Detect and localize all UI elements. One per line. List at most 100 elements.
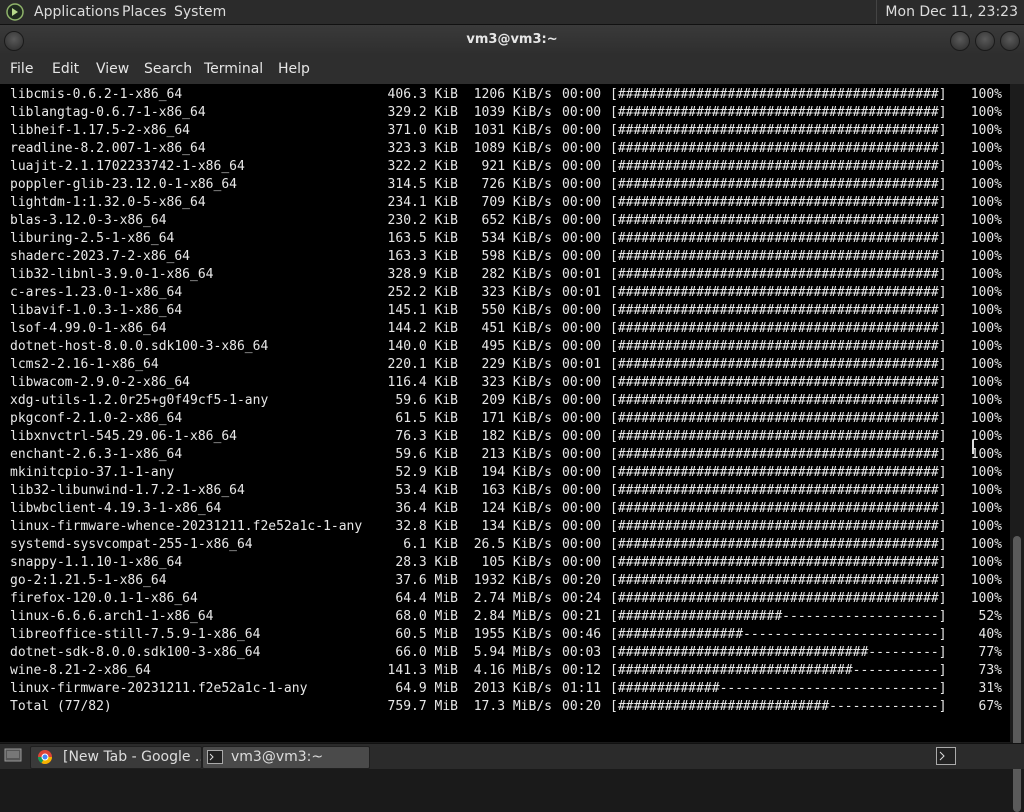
download-rate: 171 KiB/s	[481, 411, 552, 426]
download-size: 59.6 KiB	[395, 393, 458, 408]
progress-bar: [#######################################…	[610, 357, 947, 372]
menu-help[interactable]: Help	[278, 55, 310, 84]
minimize-button[interactable]	[950, 31, 970, 51]
menu-search[interactable]: Search	[144, 55, 192, 84]
download-time: 00:00	[562, 177, 602, 192]
progress-bar: [#######################################…	[610, 213, 947, 228]
progress-bar: [#######################################…	[610, 321, 947, 336]
task-chrome[interactable]: [New Tab - Google ...	[30, 746, 202, 769]
window-titlebar[interactable]: vm3@vm3:~	[0, 25, 1024, 55]
applications-menu-icon[interactable]	[6, 3, 24, 21]
download-size: 328.9 KiB	[387, 267, 458, 282]
progress-bar: [#######################################…	[610, 231, 947, 246]
package-name: go-2:1.21.5-1-x86_64	[10, 573, 167, 588]
download-size: 163.5 KiB	[387, 231, 458, 246]
progress-bar: [#######################################…	[610, 573, 947, 588]
download-rate: 4.16 MiB/s	[473, 663, 552, 678]
download-rate: 550 KiB/s	[481, 303, 552, 318]
package-name: libwbclient-4.19.3-1-x86_64	[10, 501, 222, 516]
package-name: linux-firmware-20231211.f2e52a1c-1-any	[10, 681, 308, 696]
progress-percent: 100%	[970, 573, 1002, 588]
download-rate: 2.74 MiB/s	[473, 591, 552, 606]
download-time: 00:21	[562, 609, 602, 624]
progress-bar: [#######################################…	[610, 339, 947, 354]
terminal-scrollbar[interactable]	[1010, 84, 1024, 812]
download-time: 00:20	[562, 699, 602, 714]
terminal-output[interactable]: libcmis-0.6.2-1-x86_64 406.3 KiB 1206 KiB/…	[0, 84, 1010, 742]
package-name: systemd-sysvcompat-255-1-x86_64	[10, 537, 253, 552]
menu-edit[interactable]: Edit	[52, 55, 79, 84]
menu-terminal[interactable]: Terminal	[204, 55, 263, 84]
download-time: 00:24	[562, 591, 602, 606]
download-time: 00:00	[562, 519, 602, 534]
package-name: xdg-utils-1.2.0r25+g0f49cf5-1-any	[10, 393, 269, 408]
download-rate: 323 KiB/s	[481, 285, 552, 300]
progress-bar: [#####################------------------…	[610, 609, 947, 624]
download-rate: 534 KiB/s	[481, 231, 552, 246]
download-rate: 1031 KiB/s	[473, 123, 552, 138]
progress-bar: [#######################################…	[610, 483, 947, 498]
package-name: Total (77/82)	[10, 699, 112, 714]
menu-view[interactable]: View	[96, 55, 129, 84]
package-name: libavif-1.0.3-1-x86_64	[10, 303, 183, 318]
progress-bar: [#######################################…	[610, 519, 947, 534]
download-rate: 1932 KiB/s	[473, 573, 552, 588]
package-name: dotnet-host-8.0.0.sdk100-3-x86_64	[10, 339, 269, 354]
terminal-tray-icon[interactable]	[936, 747, 956, 765]
progress-bar: [#######################################…	[610, 195, 947, 210]
package-name: wine-8.21-2-x86_64	[10, 663, 151, 678]
progress-bar: [#######################################…	[610, 285, 947, 300]
package-name: libcmis-0.6.2-1-x86_64	[10, 87, 183, 102]
task-label: vm3@vm3:~	[231, 749, 324, 765]
download-time: 00:00	[562, 213, 602, 228]
download-time: 00:12	[562, 663, 602, 678]
download-rate: 2.84 MiB/s	[473, 609, 552, 624]
close-button[interactable]	[1000, 31, 1020, 51]
progress-percent: 100%	[970, 447, 1002, 462]
progress-percent: 100%	[970, 321, 1002, 336]
progress-bar: [##############################---------…	[610, 663, 947, 678]
download-time: 00:00	[562, 339, 602, 354]
download-rate: 26.5 KiB/s	[473, 537, 552, 552]
download-time: 00:00	[562, 501, 602, 516]
show-desktop-icon[interactable]	[4, 748, 22, 764]
package-name: liburing-2.5-1-x86_64	[10, 231, 175, 246]
progress-percent: 100%	[970, 411, 1002, 426]
download-rate: 1089 KiB/s	[473, 141, 552, 156]
package-name: lib32-libnl-3.9.0-1-x86_64	[10, 267, 214, 282]
package-name: pkgconf-2.1.0-2-x86_64	[10, 411, 183, 426]
places-menu[interactable]: Places	[122, 0, 167, 24]
progress-bar: [#######################################…	[610, 177, 947, 192]
download-rate: 2013 KiB/s	[473, 681, 552, 696]
progress-percent: 73%	[978, 663, 1002, 678]
download-rate: 209 KiB/s	[481, 393, 552, 408]
download-rate: 194 KiB/s	[481, 465, 552, 480]
progress-bar: [#############--------------------------…	[610, 681, 947, 696]
progress-percent: 77%	[978, 645, 1002, 660]
progress-percent: 100%	[970, 357, 1002, 372]
download-time: 00:03	[562, 645, 602, 660]
system-menu[interactable]: System	[174, 0, 226, 24]
download-rate: 1039 KiB/s	[473, 105, 552, 120]
clock[interactable]: Mon Dec 11, 23:23	[876, 0, 1024, 24]
task-terminal[interactable]: vm3@vm3:~	[202, 746, 370, 769]
menu-file[interactable]: File	[10, 55, 33, 84]
download-size: 371.0 KiB	[387, 123, 458, 138]
scrollbar-thumb[interactable]	[1013, 536, 1021, 812]
progress-percent: 100%	[970, 537, 1002, 552]
applications-menu[interactable]: Applications	[34, 0, 120, 24]
progress-bar: [#######################################…	[610, 429, 947, 444]
package-name: c-ares-1.23.0-1-x86_64	[10, 285, 183, 300]
download-rate: 105 KiB/s	[481, 555, 552, 570]
package-name: linux-firmware-whence-20231211.f2e52a1c-…	[10, 519, 363, 534]
download-time: 00:00	[562, 159, 602, 174]
download-size: 230.2 KiB	[387, 213, 458, 228]
download-rate: 213 KiB/s	[481, 447, 552, 462]
maximize-button[interactable]	[975, 31, 995, 51]
package-name: luajit-2.1.1702233742-1-x86_64	[10, 159, 245, 174]
download-size: 759.7 MiB	[387, 699, 458, 714]
package-name: lcms2-2.16-1-x86_64	[10, 357, 159, 372]
download-time: 00:00	[562, 393, 602, 408]
progress-percent: 100%	[970, 141, 1002, 156]
progress-percent: 100%	[970, 393, 1002, 408]
